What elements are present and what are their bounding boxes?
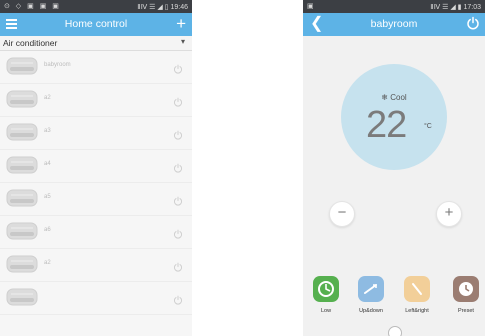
air-conditioner-icon bbox=[6, 57, 38, 75]
add-icon[interactable]: + bbox=[176, 14, 186, 34]
page-title: Home control bbox=[64, 18, 128, 30]
temperature-dial[interactable]: ❄ Cool 22 °C bbox=[341, 64, 447, 170]
device-row[interactable]: babyroom bbox=[0, 51, 192, 84]
device-row[interactable]: a5 bbox=[0, 183, 192, 216]
device-row[interactable] bbox=[0, 282, 192, 315]
air-conditioner-icon bbox=[6, 189, 38, 207]
air-conditioner-icon bbox=[6, 156, 38, 174]
device-row[interactable]: a3 bbox=[0, 117, 192, 150]
swing-up-down-label: Up&down bbox=[359, 308, 383, 314]
preset-button[interactable] bbox=[453, 276, 479, 302]
fan-speed-low-label: Low bbox=[320, 308, 332, 314]
status-right: ⅡⅣ ☰ ◢ ▮ 17:03 bbox=[430, 4, 481, 11]
device-label: a2 bbox=[44, 95, 51, 101]
device-list: babyroom a2 a3 a4 a5 a6 a2 bbox=[0, 51, 192, 315]
app-bar: Home control + bbox=[0, 13, 192, 36]
device-row[interactable]: a2 bbox=[0, 84, 192, 117]
device-row[interactable]: a4 bbox=[0, 150, 192, 183]
fan-speed-low-button[interactable] bbox=[313, 276, 339, 302]
ac-control-screen: ▣ ⅡⅣ ☰ ◢ ▮ 17:03 ❮ babyroom ❄ Cool 22 °C… bbox=[303, 0, 485, 336]
expand-icon[interactable] bbox=[388, 326, 402, 336]
device-label: a2 bbox=[44, 260, 51, 266]
power-icon[interactable] bbox=[173, 292, 183, 310]
mode-label: ❄ Cool bbox=[381, 93, 407, 102]
power-icon[interactable] bbox=[173, 127, 183, 145]
device-row[interactable]: a2 bbox=[0, 249, 192, 282]
increase-temp-button[interactable]: + bbox=[436, 201, 462, 227]
status-right: ⅡⅣ ☰ ◢ ▯ 19:46 bbox=[137, 4, 188, 11]
air-conditioner-icon bbox=[6, 123, 38, 141]
air-conditioner-icon bbox=[6, 222, 38, 240]
power-icon[interactable] bbox=[173, 160, 183, 178]
device-label: a6 bbox=[44, 227, 51, 233]
home-control-screen: ⊙ ◇ ▣ ▣ ▣ ⅡⅣ ☰ ◢ ▯ 19:46 Home control + … bbox=[0, 0, 192, 336]
temperature-unit: °C bbox=[424, 123, 432, 130]
power-icon[interactable] bbox=[173, 61, 183, 79]
device-title: babyroom bbox=[370, 18, 418, 30]
device-label: a5 bbox=[44, 194, 51, 200]
chevron-down-icon[interactable]: ▾ bbox=[181, 37, 185, 46]
app-bar: ❮ babyroom bbox=[303, 13, 485, 36]
air-conditioner-icon bbox=[6, 288, 38, 306]
section-air-conditioner[interactable]: Air conditioner ▾ bbox=[0, 36, 192, 51]
status-bar: ▣ ⅡⅣ ☰ ◢ ▮ 17:03 bbox=[303, 0, 485, 13]
power-icon[interactable] bbox=[173, 193, 183, 211]
device-label: a4 bbox=[44, 161, 51, 167]
power-icon[interactable] bbox=[173, 259, 183, 277]
power-icon[interactable] bbox=[173, 226, 183, 244]
power-icon[interactable] bbox=[466, 16, 480, 30]
power-icon[interactable] bbox=[173, 94, 183, 112]
swing-left-right-label: Left&right bbox=[405, 308, 429, 314]
device-label: babyroom bbox=[44, 62, 71, 68]
temperature-value: 22 bbox=[366, 104, 407, 146]
swing-up-down-button[interactable] bbox=[358, 276, 384, 302]
air-conditioner-icon bbox=[6, 90, 38, 108]
swing-left-right-button[interactable] bbox=[404, 276, 430, 302]
status-icons: ▣ bbox=[307, 3, 316, 10]
preset-label: Preset bbox=[458, 308, 474, 314]
status-bar: ⊙ ◇ ▣ ▣ ▣ ⅡⅣ ☰ ◢ ▯ 19:46 bbox=[0, 0, 192, 13]
decrease-temp-button[interactable]: − bbox=[329, 201, 355, 227]
section-label: Air conditioner bbox=[3, 38, 58, 48]
air-conditioner-icon bbox=[6, 255, 38, 273]
device-row[interactable]: a6 bbox=[0, 216, 192, 249]
device-label: a3 bbox=[44, 128, 51, 134]
status-icons: ⊙ ◇ ▣ ▣ ▣ bbox=[4, 3, 61, 10]
